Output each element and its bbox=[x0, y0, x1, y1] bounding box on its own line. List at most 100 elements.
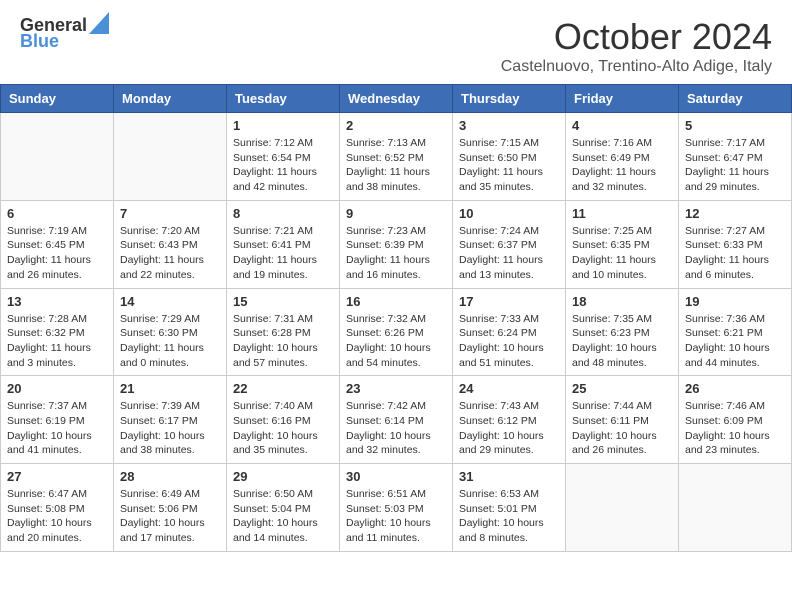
logo-text-blue: Blue bbox=[20, 32, 59, 52]
calendar-header-row: SundayMondayTuesdayWednesdayThursdayFrid… bbox=[1, 85, 792, 113]
day-number: 2 bbox=[346, 118, 446, 133]
calendar-day-cell bbox=[114, 113, 227, 201]
logo-triangle-icon bbox=[89, 12, 109, 34]
calendar-day-header: Sunday bbox=[1, 85, 114, 113]
day-number: 23 bbox=[346, 381, 446, 396]
calendar-day-cell bbox=[1, 113, 114, 201]
calendar-day-cell bbox=[679, 464, 792, 552]
calendar-day-header: Monday bbox=[114, 85, 227, 113]
day-info: Sunrise: 7:16 AM Sunset: 6:49 PM Dayligh… bbox=[572, 136, 672, 195]
page-header: General Blue October 2024 Castelnuovo, T… bbox=[0, 0, 792, 84]
calendar-day-cell: 29 Sunrise: 6:50 AM Sunset: 5:04 PM Dayli… bbox=[227, 464, 340, 552]
day-info: Sunrise: 7:33 AM Sunset: 6:24 PM Dayligh… bbox=[459, 312, 559, 371]
day-number: 17 bbox=[459, 294, 559, 309]
day-info: Sunrise: 7:36 AM Sunset: 6:21 PM Dayligh… bbox=[685, 312, 785, 371]
calendar-day-cell: 11 Sunrise: 7:25 AM Sunset: 6:35 PM Dayli… bbox=[566, 200, 679, 288]
day-info: Sunrise: 7:43 AM Sunset: 6:12 PM Dayligh… bbox=[459, 399, 559, 458]
logo: General Blue bbox=[20, 16, 109, 52]
day-info: Sunrise: 7:28 AM Sunset: 6:32 PM Dayligh… bbox=[7, 312, 107, 371]
day-number: 15 bbox=[233, 294, 333, 309]
calendar-day-cell: 2 Sunrise: 7:13 AM Sunset: 6:52 PM Daylig… bbox=[340, 113, 453, 201]
calendar-day-cell bbox=[566, 464, 679, 552]
calendar-week-row: 20Sunrise: 7:37 AM Sunset: 6:19 PM Dayli… bbox=[1, 376, 792, 464]
day-info: Sunrise: 7:24 AM Sunset: 6:37 PM Dayligh… bbox=[459, 224, 559, 283]
day-number: 5 bbox=[685, 118, 785, 133]
day-info: Sunrise: 6:50 AM Sunset: 5:04 PM Dayligh… bbox=[233, 487, 333, 546]
calendar-day-cell: 24 Sunrise: 7:43 AM Sunset: 6:12 PM Dayli… bbox=[453, 376, 566, 464]
calendar-day-cell: 19 Sunrise: 7:36 AM Sunset: 6:21 PM Dayli… bbox=[679, 288, 792, 376]
day-info: Sunrise: 7:15 AM Sunset: 6:50 PM Dayligh… bbox=[459, 136, 559, 195]
day-number: 29 bbox=[233, 469, 333, 484]
day-info: Sunrise: 7:42 AM Sunset: 6:14 PM Dayligh… bbox=[346, 399, 446, 458]
calendar-day-cell: 15 Sunrise: 7:31 AM Sunset: 6:28 PM Dayli… bbox=[227, 288, 340, 376]
day-number: 21 bbox=[120, 381, 220, 396]
calendar-day-cell: 9Sunrise: 7:23 AM Sunset: 6:39 PM Daylig… bbox=[340, 200, 453, 288]
calendar-day-cell: 16Sunrise: 7:32 AM Sunset: 6:26 PM Dayli… bbox=[340, 288, 453, 376]
day-info: Sunrise: 7:31 AM Sunset: 6:28 PM Dayligh… bbox=[233, 312, 333, 371]
day-number: 30 bbox=[346, 469, 446, 484]
calendar-day-cell: 31 Sunrise: 6:53 AM Sunset: 5:01 PM Dayli… bbox=[453, 464, 566, 552]
day-number: 24 bbox=[459, 381, 559, 396]
day-info: Sunrise: 7:35 AM Sunset: 6:23 PM Dayligh… bbox=[572, 312, 672, 371]
day-number: 19 bbox=[685, 294, 785, 309]
day-info: Sunrise: 7:17 AM Sunset: 6:47 PM Dayligh… bbox=[685, 136, 785, 195]
calendar-day-header: Wednesday bbox=[340, 85, 453, 113]
day-info: Sunrise: 7:40 AM Sunset: 6:16 PM Dayligh… bbox=[233, 399, 333, 458]
calendar-day-cell: 1 Sunrise: 7:12 AM Sunset: 6:54 PM Daylig… bbox=[227, 113, 340, 201]
calendar-week-row: 6Sunrise: 7:19 AM Sunset: 6:45 PM Daylig… bbox=[1, 200, 792, 288]
calendar-day-cell: 8 Sunrise: 7:21 AM Sunset: 6:41 PM Daylig… bbox=[227, 200, 340, 288]
calendar-week-row: 27 Sunrise: 6:47 AM Sunset: 5:08 PM Dayli… bbox=[1, 464, 792, 552]
calendar-day-cell: 26 Sunrise: 7:46 AM Sunset: 6:09 PM Dayli… bbox=[679, 376, 792, 464]
calendar-day-cell: 30 Sunrise: 6:51 AM Sunset: 5:03 PM Dayli… bbox=[340, 464, 453, 552]
day-number: 3 bbox=[459, 118, 559, 133]
day-number: 31 bbox=[459, 469, 559, 484]
day-number: 20 bbox=[7, 381, 107, 396]
day-info: Sunrise: 7:13 AM Sunset: 6:52 PM Dayligh… bbox=[346, 136, 446, 195]
day-number: 14 bbox=[120, 294, 220, 309]
day-number: 18 bbox=[572, 294, 672, 309]
day-info: Sunrise: 6:47 AM Sunset: 5:08 PM Dayligh… bbox=[7, 487, 107, 546]
calendar-day-cell: 20Sunrise: 7:37 AM Sunset: 6:19 PM Dayli… bbox=[1, 376, 114, 464]
subtitle: Castelnuovo, Trentino-Alto Adige, Italy bbox=[501, 58, 772, 76]
day-info: Sunrise: 7:39 AM Sunset: 6:17 PM Dayligh… bbox=[120, 399, 220, 458]
day-number: 10 bbox=[459, 206, 559, 221]
calendar-day-cell: 22 Sunrise: 7:40 AM Sunset: 6:16 PM Dayli… bbox=[227, 376, 340, 464]
calendar-day-header: Friday bbox=[566, 85, 679, 113]
day-number: 27 bbox=[7, 469, 107, 484]
day-number: 11 bbox=[572, 206, 672, 221]
day-number: 8 bbox=[233, 206, 333, 221]
calendar-day-cell: 10 Sunrise: 7:24 AM Sunset: 6:37 PM Dayli… bbox=[453, 200, 566, 288]
calendar-week-row: 13 Sunrise: 7:28 AM Sunset: 6:32 PM Dayli… bbox=[1, 288, 792, 376]
day-info: Sunrise: 7:44 AM Sunset: 6:11 PM Dayligh… bbox=[572, 399, 672, 458]
calendar-day-cell: 7 Sunrise: 7:20 AM Sunset: 6:43 PM Daylig… bbox=[114, 200, 227, 288]
day-number: 4 bbox=[572, 118, 672, 133]
calendar-day-header: Tuesday bbox=[227, 85, 340, 113]
day-info: Sunrise: 7:46 AM Sunset: 6:09 PM Dayligh… bbox=[685, 399, 785, 458]
calendar-day-cell: 28Sunrise: 6:49 AM Sunset: 5:06 PM Dayli… bbox=[114, 464, 227, 552]
day-info: Sunrise: 7:23 AM Sunset: 6:39 PM Dayligh… bbox=[346, 224, 446, 283]
day-info: Sunrise: 7:20 AM Sunset: 6:43 PM Dayligh… bbox=[120, 224, 220, 283]
calendar-table: SundayMondayTuesdayWednesdayThursdayFrid… bbox=[0, 84, 792, 552]
calendar-day-cell: 14 Sunrise: 7:29 AM Sunset: 6:30 PM Dayli… bbox=[114, 288, 227, 376]
day-number: 22 bbox=[233, 381, 333, 396]
day-info: Sunrise: 6:53 AM Sunset: 5:01 PM Dayligh… bbox=[459, 487, 559, 546]
day-info: Sunrise: 7:21 AM Sunset: 6:41 PM Dayligh… bbox=[233, 224, 333, 283]
day-info: Sunrise: 6:49 AM Sunset: 5:06 PM Dayligh… bbox=[120, 487, 220, 546]
day-info: Sunrise: 7:29 AM Sunset: 6:30 PM Dayligh… bbox=[120, 312, 220, 371]
calendar-week-row: 1 Sunrise: 7:12 AM Sunset: 6:54 PM Daylig… bbox=[1, 113, 792, 201]
day-number: 13 bbox=[7, 294, 107, 309]
calendar-day-cell: 13 Sunrise: 7:28 AM Sunset: 6:32 PM Dayli… bbox=[1, 288, 114, 376]
day-number: 12 bbox=[685, 206, 785, 221]
day-info: Sunrise: 7:25 AM Sunset: 6:35 PM Dayligh… bbox=[572, 224, 672, 283]
day-info: Sunrise: 7:12 AM Sunset: 6:54 PM Dayligh… bbox=[233, 136, 333, 195]
calendar-day-cell: 25Sunrise: 7:44 AM Sunset: 6:11 PM Dayli… bbox=[566, 376, 679, 464]
calendar-day-cell: 12Sunrise: 7:27 AM Sunset: 6:33 PM Dayli… bbox=[679, 200, 792, 288]
calendar-day-cell: 4 Sunrise: 7:16 AM Sunset: 6:49 PM Daylig… bbox=[566, 113, 679, 201]
calendar-day-cell: 6Sunrise: 7:19 AM Sunset: 6:45 PM Daylig… bbox=[1, 200, 114, 288]
day-number: 1 bbox=[233, 118, 333, 133]
calendar-day-header: Saturday bbox=[679, 85, 792, 113]
day-number: 26 bbox=[685, 381, 785, 396]
day-info: Sunrise: 6:51 AM Sunset: 5:03 PM Dayligh… bbox=[346, 487, 446, 546]
day-number: 7 bbox=[120, 206, 220, 221]
calendar-day-cell: 21 Sunrise: 7:39 AM Sunset: 6:17 PM Dayli… bbox=[114, 376, 227, 464]
